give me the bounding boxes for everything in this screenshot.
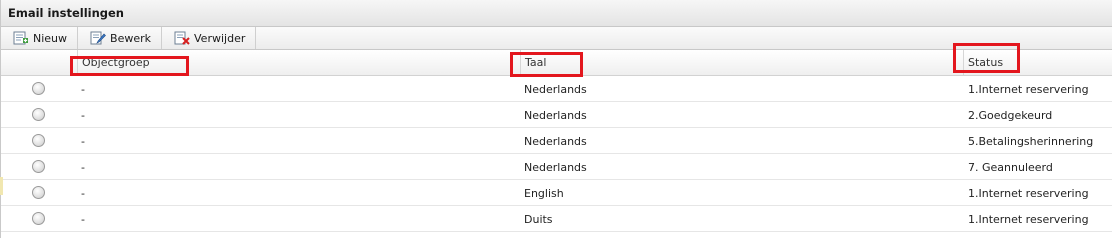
cell-taal: Nederlands	[524, 83, 587, 96]
table-row[interactable]: - Nederlands 5.Betalingsherinnering	[1, 128, 1112, 154]
table-row[interactable]: - Nederlands 7. Geannuleerd	[1, 154, 1112, 180]
cell-taal: Nederlands	[524, 109, 587, 122]
column-header-objectgroep-label: Objectgroep	[82, 56, 150, 69]
cell-objectgroep: -	[81, 109, 85, 122]
cell-status: 5.Betalingsherinnering	[968, 135, 1094, 148]
table-row[interactable]: - Nederlands 1.Internet reservering	[1, 76, 1112, 102]
new-button-label: Nieuw	[33, 31, 68, 45]
column-header-taal[interactable]: Taal	[520, 50, 963, 75]
cell-taal: Duits	[524, 213, 553, 226]
row-select-radio[interactable]	[32, 212, 45, 225]
cell-taal: Nederlands	[524, 161, 587, 174]
row-select-radio[interactable]	[32, 108, 45, 121]
row-select-radio[interactable]	[32, 82, 45, 95]
new-button[interactable]: Nieuw	[1, 27, 79, 49]
edit-pencil-icon	[90, 31, 106, 45]
settings-grid: Objectgroep Taal Status - Nederlands 1.I…	[1, 50, 1112, 232]
cell-status: 1.Internet reservering	[968, 83, 1089, 96]
delete-button-label: Verwijder	[194, 31, 246, 45]
cell-objectgroep: -	[81, 187, 85, 200]
cell-objectgroep: -	[81, 135, 85, 148]
edit-button-label: Bewerk	[110, 31, 152, 45]
email-settings-panel: Email instellingen Nieuw Bewerk Verwijde…	[0, 0, 1112, 238]
header-select-column	[1, 50, 77, 75]
grid-header: Objectgroep Taal Status	[1, 50, 1112, 76]
column-header-status-label: Status	[968, 56, 1004, 69]
row-select-radio[interactable]	[32, 186, 45, 199]
column-header-objectgroep[interactable]: Objectgroep	[77, 50, 520, 75]
toolbar: Nieuw Bewerk Verwijder	[1, 27, 1112, 50]
panel-title: Email instellingen	[1, 0, 1112, 27]
table-row[interactable]: - Duits 1.Internet reservering	[1, 206, 1112, 232]
column-header-status[interactable]: Status	[963, 50, 1112, 75]
cell-objectgroep: -	[81, 213, 85, 226]
cell-objectgroep: -	[81, 161, 85, 174]
cell-status: 1.Internet reservering	[968, 213, 1089, 226]
cell-status: 7. Geannuleerd	[968, 161, 1053, 174]
row-select-radio[interactable]	[32, 134, 45, 147]
cell-status: 2.Goedgekeurd	[968, 109, 1053, 122]
cell-objectgroep: -	[81, 83, 85, 96]
delete-button[interactable]: Verwijder	[162, 27, 257, 49]
delete-document-icon	[174, 31, 190, 45]
edit-button[interactable]: Bewerk	[78, 27, 163, 49]
column-header-taal-label: Taal	[525, 56, 547, 69]
cell-taal: Nederlands	[524, 135, 587, 148]
cell-taal: English	[524, 187, 564, 200]
table-row[interactable]: - English 1.Internet reservering	[1, 180, 1112, 206]
row-edge-marker	[0, 177, 3, 195]
table-row[interactable]: - Nederlands 2.Goedgekeurd	[1, 102, 1112, 128]
new-document-icon	[13, 31, 29, 45]
row-select-radio[interactable]	[32, 160, 45, 173]
cell-status: 1.Internet reservering	[968, 187, 1089, 200]
